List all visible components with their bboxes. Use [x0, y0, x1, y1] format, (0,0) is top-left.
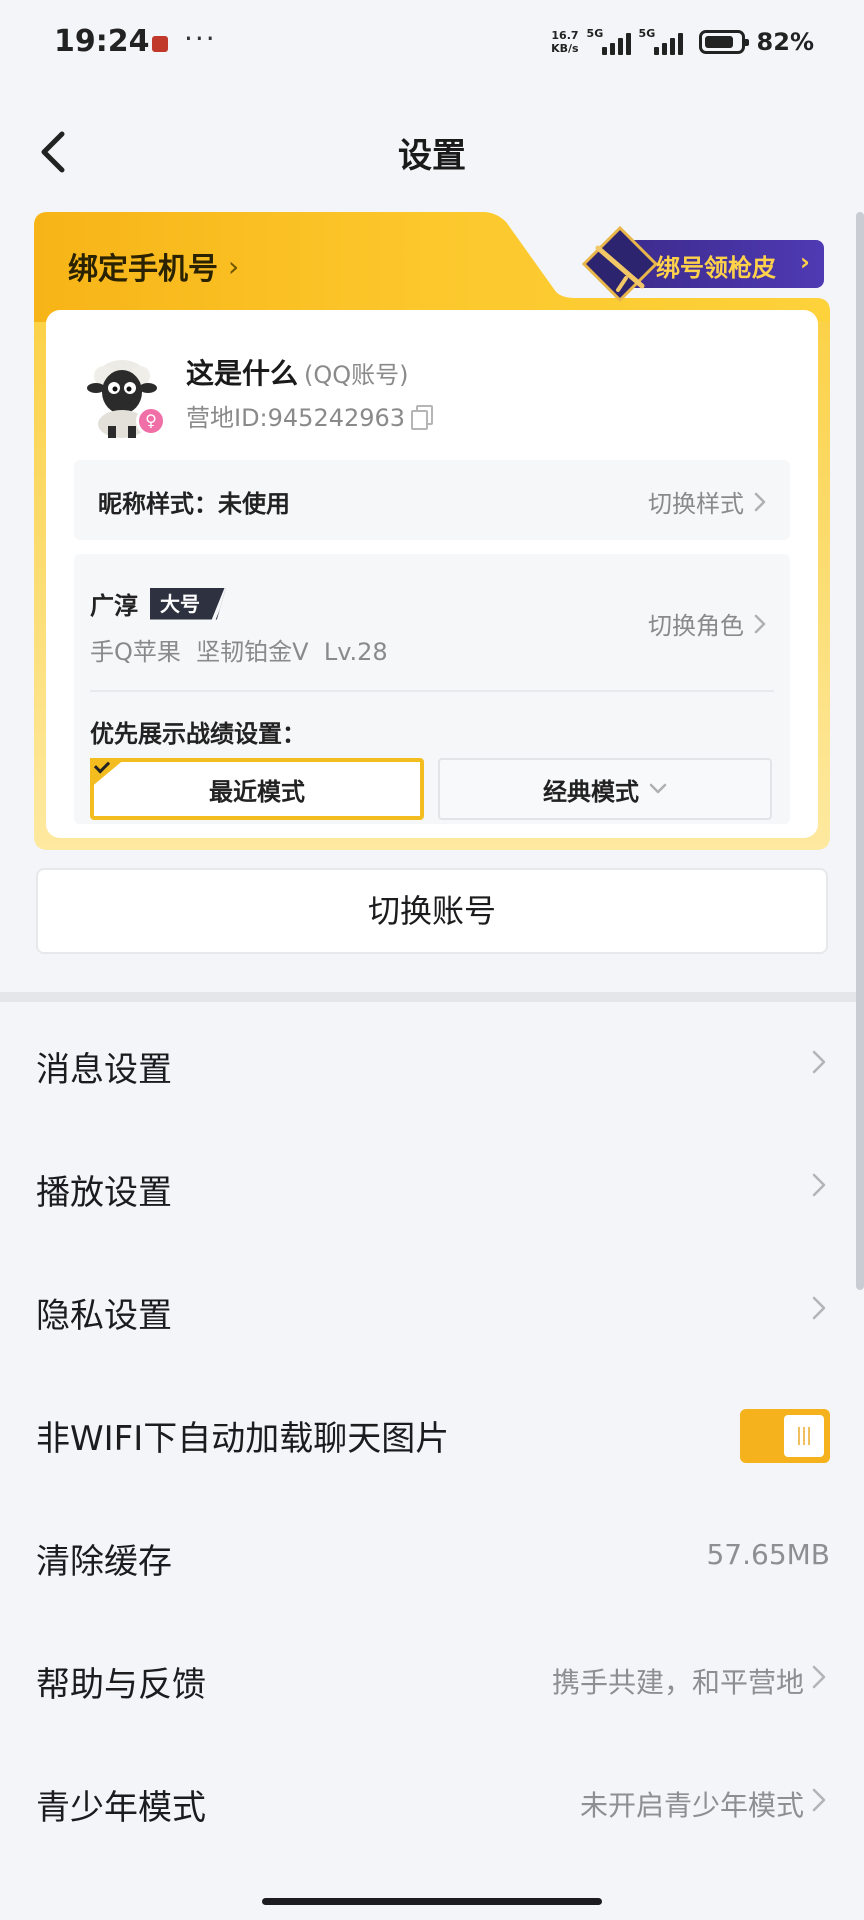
chevron-right-icon	[754, 614, 766, 633]
battery-icon	[698, 30, 749, 54]
bind-phone-link[interactable]: 绑定手机号 ›	[68, 244, 239, 288]
switch-account-button[interactable]: 切换账号	[36, 868, 828, 954]
record-pref-label: 优先展示战绩设置：	[90, 720, 306, 748]
user-name: 这是什么 (QQ账号)	[186, 352, 409, 392]
account-card: 绑定手机号 › 绑号领枪皮 › ♀ 这是什么 (QQ账号) 营地ID:94524…	[34, 212, 830, 850]
role-name: 广淳 大号	[90, 586, 226, 621]
role-name-text: 广淳	[90, 592, 138, 620]
classic-mode-label: 经典模式	[543, 777, 639, 806]
settings-screen: 19:24 ··· 16.7 KB/s 5G 5G 82% 设置 绑定手机号 ›…	[0, 0, 864, 1920]
user-nickname: 这是什么	[186, 357, 299, 390]
status-bar: 19:24 ··· 16.7 KB/s 5G 5G 82%	[0, 0, 864, 88]
toggle-knob	[784, 1415, 824, 1457]
chevron-right-icon	[812, 1788, 826, 1812]
promo-label: 绑号领枪皮	[656, 254, 776, 282]
signal-1-icon: 5G	[587, 27, 631, 57]
teen-mode-value: 未开启青少年模式	[579, 1789, 804, 1822]
copy-icon[interactable]	[411, 404, 434, 430]
page-title: 设置	[398, 136, 466, 176]
chevron-right-icon	[812, 1050, 826, 1074]
nickname-style-label: 昵称样式：未使用	[98, 490, 290, 518]
chevron-right-icon	[812, 1173, 826, 1197]
auto-load-images-row: 非WIFI下自动加载聊天图片	[0, 1371, 864, 1494]
teen-mode-row[interactable]: 青少年模式 未开启青少年模式	[0, 1740, 864, 1863]
scrollbar[interactable]	[856, 212, 864, 1290]
chevron-right-icon	[812, 1296, 826, 1320]
row-label: 非WIFI下自动加载聊天图片	[36, 1419, 450, 1459]
promo-banner[interactable]: 绑号领枪皮 ›	[578, 220, 824, 302]
female-gender-icon: ♀	[136, 406, 166, 436]
auto-load-images-toggle[interactable]	[740, 1409, 830, 1463]
privacy-settings-row[interactable]: 隐私设置	[0, 1248, 864, 1371]
playback-settings-row[interactable]: 播放设置	[0, 1125, 864, 1248]
nickname-style-row[interactable]: 昵称样式：未使用 切换样式	[74, 460, 790, 540]
switch-role-button[interactable]: 切换角色	[648, 606, 766, 641]
network-speed: 16.7 KB/s	[551, 29, 578, 55]
row-label: 消息设置	[36, 1050, 172, 1090]
help-feedback-value: 携手共建，和平营地	[551, 1666, 804, 1699]
role-info: 手Q苹果 坚韧铂金Ⅴ Lv.28	[90, 638, 388, 666]
row-label: 帮助与反馈	[36, 1665, 206, 1705]
account-type: (QQ账号)	[304, 361, 409, 389]
chevron-right-icon	[754, 492, 766, 511]
main-account-badge: 大号	[150, 587, 226, 620]
switch-style-button[interactable]: 切换样式	[648, 484, 766, 519]
camp-id: 营地ID:945242963	[186, 398, 434, 433]
more-notifications-icon: ···	[184, 22, 217, 55]
help-feedback-row[interactable]: 帮助与反馈 携手共建，和平营地	[0, 1617, 864, 1740]
switch-role-label: 切换角色	[648, 612, 744, 640]
row-label: 青少年模式	[36, 1788, 206, 1828]
row-label: 播放设置	[36, 1173, 172, 1213]
network-speed-unit: KB/s	[551, 42, 579, 55]
battery-percent: 82%	[756, 28, 814, 56]
chevron-right-icon	[812, 1665, 826, 1689]
app-notification-icon	[152, 36, 168, 52]
row-label: 隐私设置	[36, 1296, 172, 1336]
cache-size: 57.65MB	[706, 1538, 830, 1571]
row-label: 清除缓存	[36, 1542, 172, 1582]
switch-style-label: 切换样式	[648, 490, 744, 518]
game-role-panel: 广淳 大号 手Q苹果 坚韧铂金Ⅴ Lv.28 切换角色 优先展示战绩设置： 最近…	[74, 554, 790, 824]
network-speed-value: 16.7	[551, 29, 579, 42]
promo-chevron-icon: ›	[800, 248, 810, 276]
camp-id-text: 营地ID:945242963	[186, 404, 406, 432]
classic-mode-dropdown[interactable]: 经典模式	[438, 758, 772, 820]
chevron-right-icon: ›	[228, 249, 240, 283]
gun-skin-icon	[582, 226, 658, 302]
recent-mode-button[interactable]: 最近模式	[90, 758, 424, 820]
recent-mode-label: 最近模式	[209, 777, 305, 806]
selected-check-icon	[90, 758, 126, 788]
status-time: 19:24	[54, 24, 150, 59]
section-divider	[0, 992, 864, 1002]
home-indicator[interactable]	[262, 1898, 602, 1905]
battery-fill	[704, 36, 733, 48]
chevron-down-icon	[649, 783, 667, 794]
divider	[90, 690, 774, 692]
account-card-body: ♀ 这是什么 (QQ账号) 营地ID:945242963 昵称样式：未使用 切换样…	[46, 310, 818, 838]
settings-list: 消息设置 播放设置 隐私设置 非WIFI下自动加载聊天图片 清除缓存 57.65…	[0, 1002, 864, 1863]
signal-2-icon: 5G	[639, 27, 683, 57]
bind-phone-label: 绑定手机号	[68, 252, 218, 287]
status-indicators: 16.7 KB/s 5G 5G 82%	[551, 24, 814, 60]
clear-cache-row[interactable]: 清除缓存 57.65MB	[0, 1494, 864, 1617]
message-settings-row[interactable]: 消息设置	[0, 1002, 864, 1125]
